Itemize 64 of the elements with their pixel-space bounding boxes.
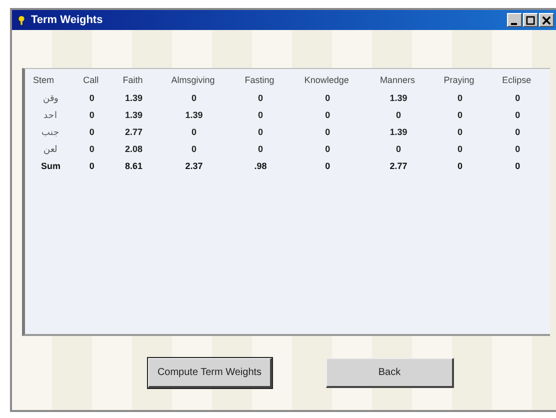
table-cell-text: 0 [256,108,264,122]
table-cell-text: وقن [42,92,60,106]
table-cell-text: 1.39 [388,92,408,104]
compute-button[interactable]: Compute Term Weights [148,358,272,388]
table-cell-text: 0 [88,160,96,172]
column-header: Manners [378,74,416,87]
bulb-icon [18,14,25,26]
column-header: Praying [442,74,476,87]
column-header: Call [82,74,100,87]
table-cell-text: 0 [88,108,96,122]
table-cell-text: 0 [514,108,522,122]
table-cell-text: 0 [394,108,402,122]
table-cell-text: 0 [456,142,464,156]
minimize-button[interactable] [507,13,522,27]
table-cell-text: 0 [324,126,332,138]
column-header: Eclipse [501,74,532,87]
table-cell-text: 0 [514,160,522,172]
window-title: Term Weights [31,14,104,26]
table-cell-text: 1.39 [184,108,204,122]
table-cell-text: 0 [514,92,522,104]
maximize-icon [526,16,535,24]
minimize-icon [510,22,516,24]
table-cell-text: 8.61 [124,160,144,172]
column-header: Stem [32,74,56,87]
table-cell-text: 0 [394,142,402,156]
table-cell-text: 0 [324,108,332,122]
column-header: Faith [122,74,144,87]
table-cell-text: 1.39 [388,126,408,138]
table-cell-text: 0 [88,126,96,138]
table-cell-text: 0 [190,142,198,156]
table-cell-text: Sum [40,160,62,172]
table-cell-text: 0 [88,92,96,104]
maximize-button[interactable] [523,13,538,27]
table-cell-text: 0 [324,92,332,104]
back-button[interactable]: Back [326,358,454,388]
table-cell-text: 0 [324,160,332,172]
table-cell-text: 1.39 [124,92,144,104]
table-cell-text: 2.77 [388,160,408,172]
table-cell-text: 1.39 [124,108,144,122]
table-cell-text: جنب [40,126,61,138]
table-cell-text: 0 [456,108,464,122]
table-cell-text: 0 [190,92,198,104]
table-cell-text: 0 [456,160,464,172]
table-cell-text: 0 [256,92,264,104]
table-cell-text: 0 [88,142,96,156]
column-header: Almsgiving [170,74,216,87]
table-cell-text: 0 [456,126,464,138]
table-cell-text: لعن [42,142,59,156]
column-header: Fasting [244,74,276,87]
table-cell-text: 0 [256,126,264,138]
table-cell-text: 0 [190,126,198,138]
table-cell-text: 0 [256,142,264,156]
column-header: Knowledge [303,74,350,87]
table-cell-text: 2.08 [124,142,144,156]
table-cell-text: 2.37 [184,160,204,172]
table-cell-text: احد [42,108,59,122]
table-cell-text: 0 [456,92,464,104]
table-cell-text: .98 [253,160,268,172]
close-icon [542,16,551,24]
table-cell-text: 0 [324,142,332,156]
table-cell-text: 2.77 [124,126,144,138]
table-cell-text: 0 [514,126,522,138]
close-button[interactable] [539,13,554,27]
table-cell-text: 0 [514,142,522,156]
